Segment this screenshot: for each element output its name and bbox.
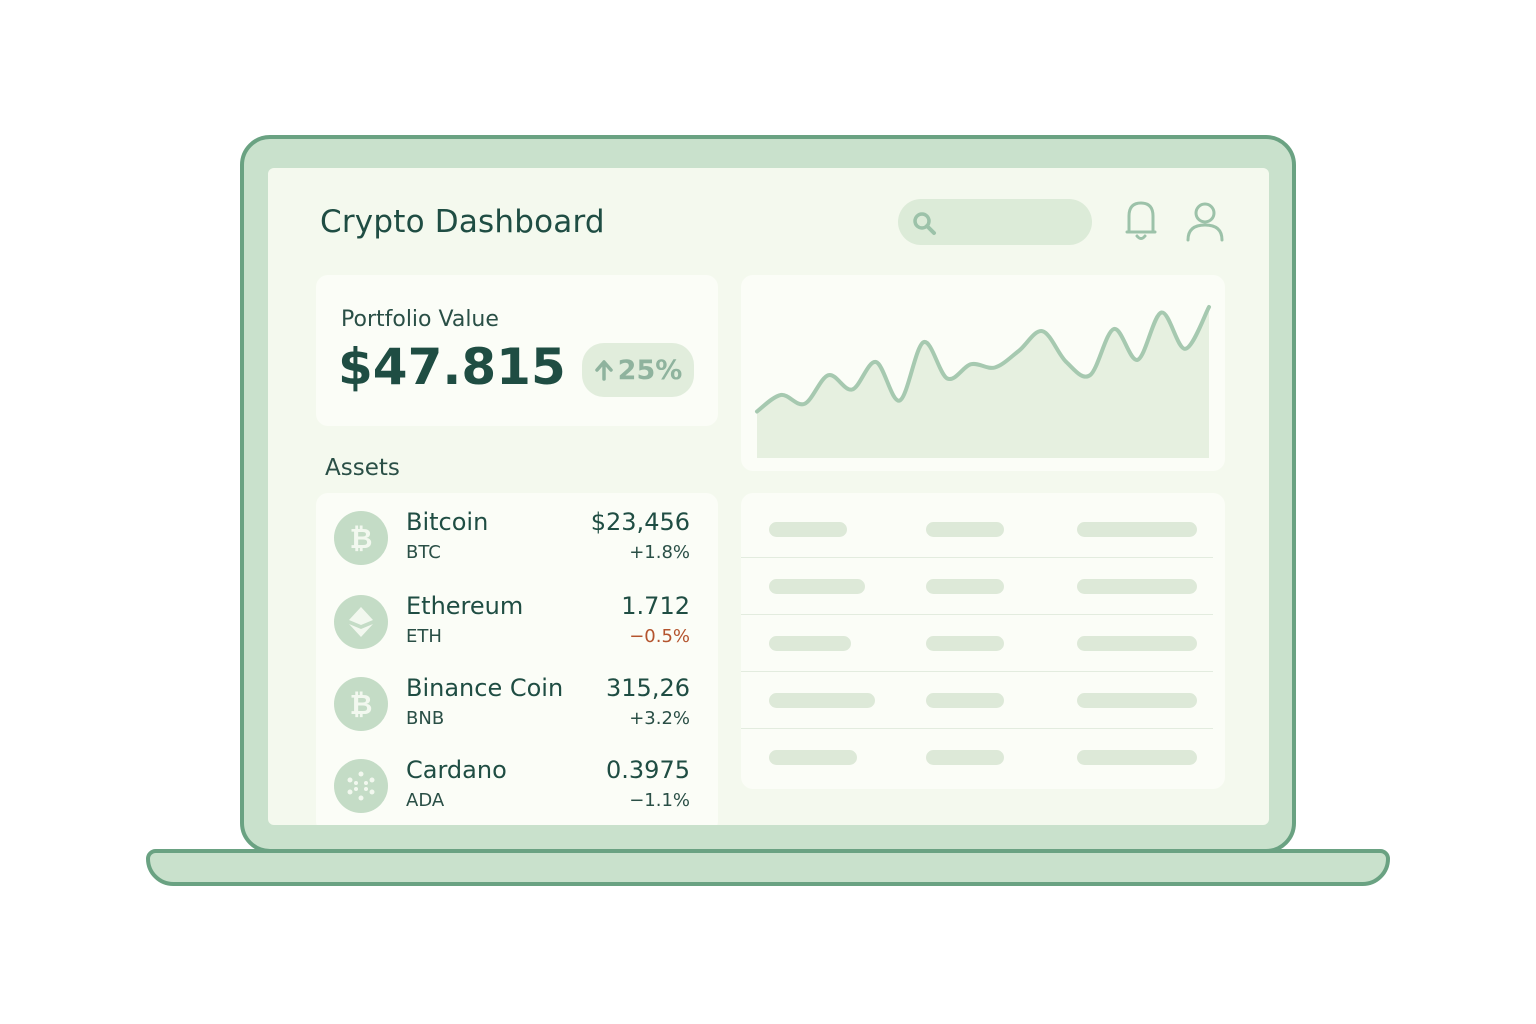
cardano-icon: [334, 759, 388, 813]
bell-icon[interactable]: [1123, 200, 1159, 242]
asset-row-ethereum[interactable]: Ethereum ETH 1.712 −0.5%: [316, 592, 718, 665]
table-row: [741, 615, 1225, 672]
asset-row-cardano[interactable]: Cardano ADA 0.3975 −1.1%: [316, 756, 718, 825]
asset-symbol: BNB: [406, 708, 445, 729]
asset-price: 1.712: [621, 592, 690, 620]
assets-list: ₿ Bitcoin BTC $23,456 +1.8% Ethereum ETH…: [316, 493, 718, 825]
table-row: [741, 729, 1225, 786]
asset-price: 0.3975: [606, 756, 690, 784]
change-value: 25%: [617, 354, 683, 386]
page-title: Crypto Dashboard: [320, 204, 605, 240]
asset-price: 315,26: [606, 674, 690, 702]
asset-price: $23,456: [590, 508, 690, 536]
asset-symbol: ADA: [406, 790, 445, 811]
asset-change: +1.8%: [629, 542, 690, 563]
ethereum-icon: [334, 595, 388, 649]
search-input[interactable]: [898, 199, 1092, 245]
placeholder-cell: [926, 693, 1004, 708]
placeholder-cell: [926, 579, 1004, 594]
portfolio-label: Portfolio Value: [341, 307, 499, 332]
placeholder-cell: [1077, 522, 1197, 537]
asset-row-binance[interactable]: ₿ Binance Coin BNB 315,26 +3.2%: [316, 674, 718, 747]
placeholder-cell: [926, 750, 1004, 765]
asset-symbol: ETH: [406, 626, 442, 647]
transactions-table: [741, 493, 1225, 789]
placeholder-cell: [769, 750, 857, 765]
portfolio-chart: [755, 305, 1211, 458]
binance-icon: ₿: [334, 677, 388, 731]
asset-name: Cardano: [406, 756, 507, 784]
portfolio-card: Portfolio Value $47.815 25%: [316, 275, 718, 426]
table-row: [741, 558, 1225, 615]
chart-area-fill: [757, 307, 1209, 458]
placeholder-cell: [769, 522, 847, 537]
portfolio-value: $47.815: [338, 338, 566, 396]
bitcoin-icon: ₿: [334, 511, 388, 565]
search-icon: [913, 212, 936, 235]
assets-heading: Assets: [325, 455, 400, 481]
asset-change: −0.5%: [629, 626, 690, 647]
chart-card: [741, 275, 1225, 471]
user-icon[interactable]: [1184, 200, 1226, 242]
placeholder-cell: [769, 636, 851, 651]
asset-change: −1.1%: [629, 790, 690, 811]
asset-change: +3.2%: [629, 708, 690, 729]
placeholder-cell: [1077, 750, 1197, 765]
dashboard-screen: Crypto Dashboard Portfolio Value $47.815…: [268, 168, 1269, 825]
placeholder-cell: [769, 693, 875, 708]
placeholder-cell: [1077, 636, 1197, 651]
placeholder-cell: [926, 636, 1004, 651]
asset-name: Ethereum: [406, 592, 524, 620]
placeholder-cell: [1077, 693, 1197, 708]
asset-symbol: BTC: [406, 542, 441, 563]
placeholder-cell: [769, 579, 865, 594]
asset-name: Binance Coin: [406, 674, 564, 702]
asset-row-bitcoin[interactable]: ₿ Bitcoin BTC $23,456 +1.8%: [316, 508, 718, 581]
change-badge: 25%: [582, 343, 694, 397]
placeholder-cell: [1077, 579, 1197, 594]
placeholder-cell: [926, 522, 1004, 537]
arrow-up-icon: [594, 360, 613, 381]
asset-name: Bitcoin: [406, 508, 489, 536]
table-row: [741, 501, 1225, 558]
laptop-base: [146, 849, 1390, 886]
table-row: [741, 672, 1225, 729]
